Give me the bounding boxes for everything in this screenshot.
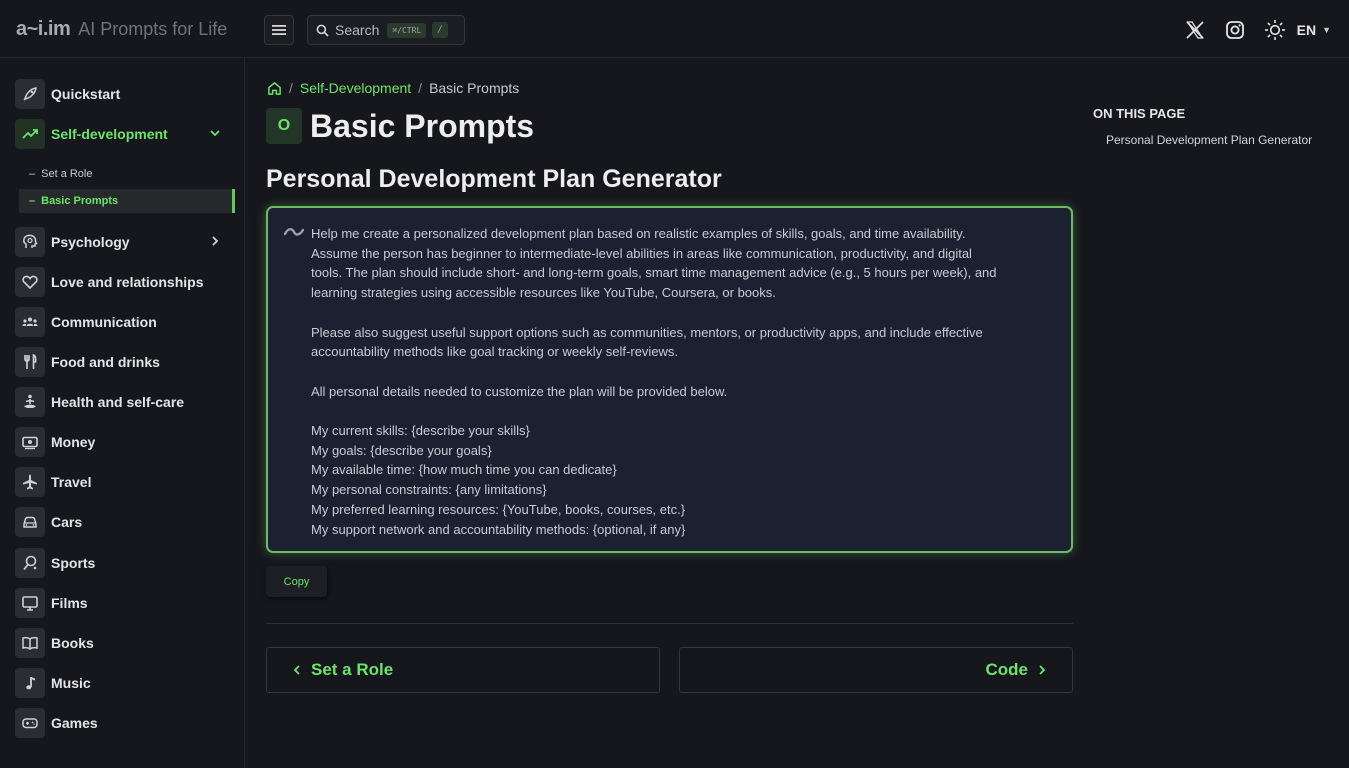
sidebar-item-label: Food and drinks	[51, 354, 160, 370]
heart-icon	[15, 267, 45, 297]
sidebar-item-label: Games	[51, 715, 98, 731]
book-icon	[15, 628, 45, 658]
sidebar-item-label: Love and relationships	[51, 274, 204, 290]
x-twitter-link[interactable]	[1183, 18, 1207, 42]
sport-icon	[15, 548, 45, 578]
logo-mark: a~i.im	[16, 18, 71, 40]
page-title: Basic Prompts	[310, 107, 535, 144]
sidebar-item-self-development[interactable]: Self-development	[15, 119, 235, 149]
page-header: O Basic Prompts	[266, 108, 534, 144]
sidebar-item-label: Communication	[51, 314, 157, 330]
monitor-icon	[15, 588, 45, 618]
prompt-text[interactable]: Help me create a personalized developmen…	[311, 224, 1061, 539]
breadcrumb-current: Basic Prompts	[429, 80, 520, 96]
sidebar-item-food-and-drinks[interactable]: Food and drinks	[15, 347, 235, 377]
top-header: a~i.im AI Prompts for Life Search ⌘/CTRL…	[0, 0, 1349, 58]
breadcrumb-separator: /	[418, 80, 423, 96]
sidebar-item-communication[interactable]: Communication	[15, 307, 235, 337]
toc-link[interactable]: Personal Development Plan Generator	[1106, 133, 1312, 147]
sidebar-subitem-set-a-role[interactable]: – Set a Role	[19, 162, 235, 186]
sidebar-item-label: Travel	[51, 474, 92, 490]
breadcrumb: / Self-Development / Basic Prompts	[267, 79, 519, 97]
prev-page-link[interactable]: Set a Role	[266, 647, 660, 693]
fork-knife-icon	[15, 347, 45, 377]
sidebar-subitem-label: Basic Prompts	[41, 195, 119, 207]
breadcrumb-link-section[interactable]: Self-Development	[300, 80, 411, 96]
sidebar-item-label: Cars	[51, 514, 83, 530]
sidebar-subitem-label: Set a Role	[41, 168, 93, 180]
logo-tagline: AI Prompts for Life	[78, 19, 228, 39]
gamepad-icon	[15, 708, 45, 738]
sidebar-item-label: Money	[51, 434, 96, 450]
next-page-label: Code	[985, 660, 1029, 679]
site-logo[interactable]: a~i.im AI Prompts for Life	[16, 18, 227, 44]
sidebar-item-books[interactable]: Books	[15, 628, 235, 658]
dash-marker: –	[29, 195, 36, 207]
sidebar-item-label: Music	[51, 675, 91, 691]
sidebar-item-psychology[interactable]: Psychology	[15, 227, 235, 257]
dash-marker: –	[29, 168, 36, 180]
sidebar-item-label: Self-development	[51, 126, 168, 142]
sidebar: Quickstart Self-development – Set a Role…	[0, 58, 245, 768]
next-page-link[interactable]: Code	[679, 647, 1073, 693]
search-icon	[316, 24, 329, 37]
x-twitter-icon	[1186, 21, 1204, 39]
brain-icon	[15, 227, 45, 257]
search-button[interactable]: Search ⌘/CTRL /	[307, 15, 465, 45]
chevron-left-icon	[293, 665, 300, 675]
sidebar-item-travel[interactable]: Travel	[15, 467, 235, 497]
meditation-icon	[15, 387, 45, 417]
trend-icon	[15, 119, 45, 149]
sidebar-item-label: Quickstart	[51, 86, 121, 102]
sidebar-item-label: Health and self-care	[51, 394, 185, 410]
sidebar-item-films[interactable]: Films	[15, 588, 235, 618]
sidebar-item-sports[interactable]: Sports	[15, 548, 235, 578]
sidebar-item-label: Psychology	[51, 234, 130, 250]
sidebar-item-label: Sports	[51, 555, 96, 571]
caret-down-icon: ▼	[1322, 25, 1331, 35]
chevron-right-icon	[1039, 665, 1046, 675]
sidebar-subitem-basic-prompts[interactable]: – Basic Prompts	[19, 189, 235, 213]
search-label: Search	[335, 22, 380, 38]
sidebar-item-label: Books	[51, 635, 94, 651]
title-badge: O	[266, 108, 302, 144]
people-icon	[15, 307, 45, 337]
plane-icon	[15, 467, 45, 497]
chevron-right-icon	[212, 236, 219, 246]
rocket-icon	[15, 79, 45, 109]
home-icon[interactable]	[267, 81, 282, 96]
sidebar-item-cars[interactable]: Cars	[15, 507, 235, 537]
instagram-icon	[1225, 21, 1244, 39]
sidebar-item-games[interactable]: Games	[15, 708, 235, 738]
menu-toggle-button[interactable]	[264, 15, 294, 45]
sidebar-item-music[interactable]: Music	[15, 668, 235, 698]
music-note-icon	[15, 668, 45, 698]
language-selector[interactable]: EN	[1297, 22, 1316, 38]
prompt-box: Help me create a personalized developmen…	[266, 206, 1073, 553]
theme-toggle-button[interactable]	[1263, 18, 1287, 42]
sidebar-item-money[interactable]: Money	[15, 427, 235, 457]
search-shortcut-key: /	[432, 22, 448, 38]
toc-title: ON THIS PAGE	[1093, 106, 1186, 121]
chevron-down-icon	[210, 130, 220, 137]
sidebar-item-health-and-self-care[interactable]: Health and self-care	[15, 387, 235, 417]
tilde-icon	[284, 228, 304, 236]
banknote-icon	[15, 427, 45, 457]
sun-icon	[1264, 20, 1285, 40]
copy-button[interactable]: Copy	[266, 566, 327, 597]
search-shortcut: ⌘/CTRL	[387, 22, 427, 38]
header-actions: EN ▼	[1167, 17, 1331, 43]
divider	[266, 623, 1073, 624]
sidebar-item-label: Films	[51, 595, 88, 611]
breadcrumb-separator: /	[289, 80, 293, 96]
section-title: Personal Development Plan Generator	[266, 165, 722, 193]
car-icon	[15, 507, 45, 537]
sidebar-item-love-and-relationships[interactable]: Love and relationships	[15, 267, 235, 297]
hamburger-icon	[272, 25, 286, 35]
sidebar-item-quickstart[interactable]: Quickstart	[15, 79, 235, 109]
prev-page-label: Set a Role	[311, 660, 394, 679]
instagram-link[interactable]	[1223, 18, 1247, 42]
